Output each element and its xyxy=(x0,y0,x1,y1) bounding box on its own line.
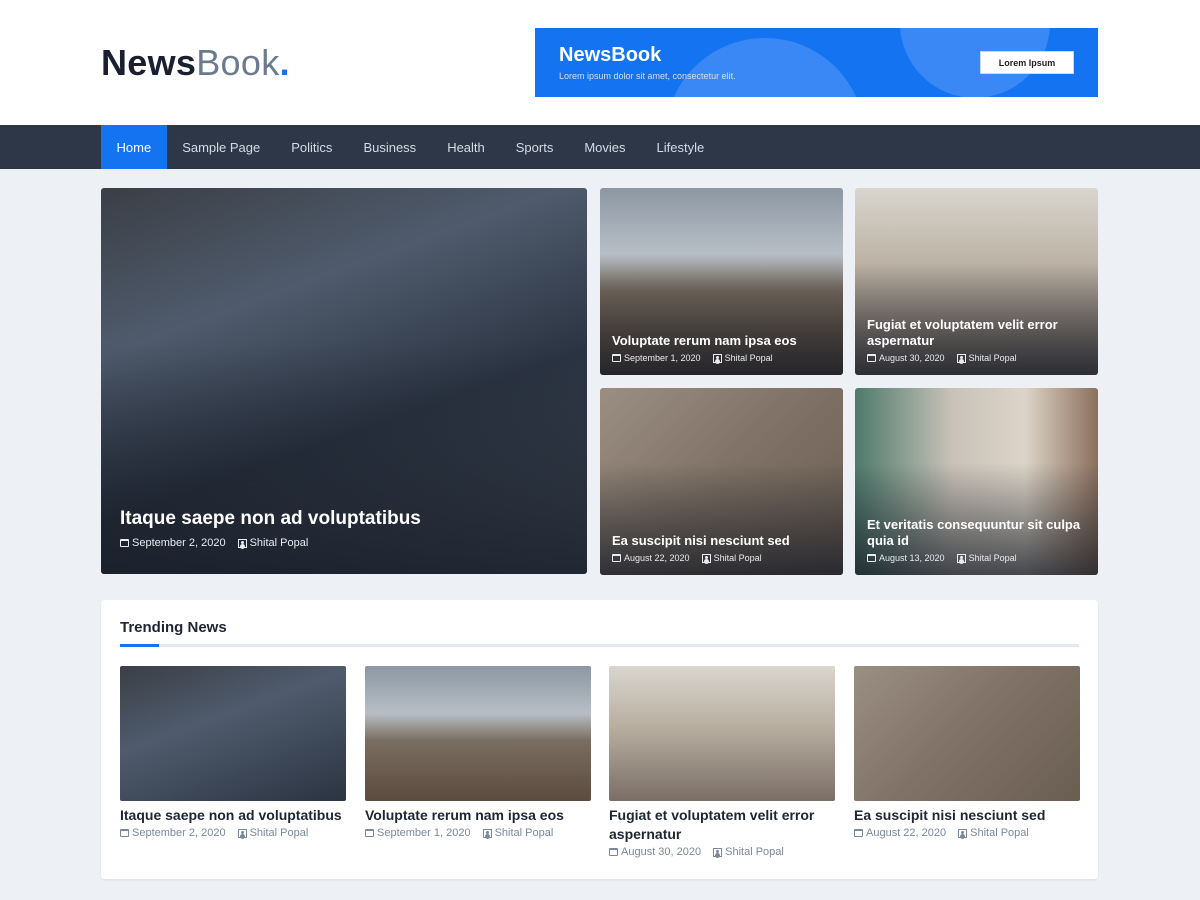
user-icon xyxy=(713,847,723,857)
trending-item[interactable]: Voluptate rerum nam ipsa eos September 1… xyxy=(365,666,591,839)
trending-item[interactable]: Itaque saepe non ad voluptatibus Septemb… xyxy=(120,666,346,839)
calendar-icon xyxy=(120,829,129,837)
ad-banner[interactable]: NewsBook Lorem ipsum dolor sit amet, con… xyxy=(535,28,1098,97)
calendar-icon xyxy=(609,848,618,856)
article-title[interactable]: Itaque saepe non ad voluptatibus xyxy=(120,507,575,531)
nav-item-health[interactable]: Health xyxy=(432,125,501,169)
calendar-icon xyxy=(867,554,876,562)
article-date: September 1, 2020 xyxy=(612,353,701,363)
article-author[interactable]: Shital Popal xyxy=(713,846,784,858)
article-date: August 30, 2020 xyxy=(609,846,701,858)
article-author[interactable]: Shital Popal xyxy=(237,827,308,839)
site-header: NewsBook. NewsBook Lorem ipsum dolor sit… xyxy=(0,0,1200,125)
trending-item[interactable]: Fugiat et voluptatem velit error asperna… xyxy=(609,666,835,858)
article-date: September 1, 2020 xyxy=(365,827,471,839)
calendar-icon xyxy=(854,829,863,837)
article-date: September 2, 2020 xyxy=(120,827,226,839)
calendar-icon xyxy=(612,554,621,562)
user-icon xyxy=(237,538,247,548)
nav-item-lifestyle[interactable]: Lifestyle xyxy=(641,125,720,169)
nav-item-politics[interactable]: Politics xyxy=(276,125,348,169)
article-image[interactable] xyxy=(120,666,346,801)
user-icon xyxy=(956,353,966,363)
calendar-icon xyxy=(867,354,876,362)
article-date: August 30, 2020 xyxy=(867,353,945,363)
article-date: September 2, 2020 xyxy=(120,537,226,549)
featured-card[interactable]: Itaque saepe non ad voluptatibus Septemb… xyxy=(101,188,587,574)
featured-card[interactable]: Voluptate rerum nam ipsa eos September 1… xyxy=(600,188,843,375)
calendar-icon xyxy=(120,539,129,547)
article-title[interactable]: Voluptate rerum nam ipsa eos xyxy=(365,806,591,825)
article-date: August 22, 2020 xyxy=(612,553,690,563)
nav-item-business[interactable]: Business xyxy=(348,125,432,169)
article-author[interactable]: Shital Popal xyxy=(482,827,553,839)
decorative-circle xyxy=(665,38,865,97)
user-icon xyxy=(701,553,711,563)
user-icon xyxy=(482,828,492,838)
article-title[interactable]: Ea suscipit nisi nesciunt sed xyxy=(612,533,831,549)
article-title[interactable]: Fugiat et voluptatem velit error asperna… xyxy=(609,806,835,844)
article-title[interactable]: Itaque saepe non ad voluptatibus xyxy=(120,806,346,825)
calendar-icon xyxy=(612,354,621,362)
user-icon xyxy=(712,353,722,363)
user-icon xyxy=(956,553,966,563)
article-title[interactable]: Voluptate rerum nam ipsa eos xyxy=(612,333,831,349)
trending-item[interactable]: Ea suscipit nisi nesciunt sed August 22,… xyxy=(854,666,1080,839)
calendar-icon xyxy=(365,829,374,837)
user-icon xyxy=(958,828,968,838)
main-nav: Home Sample Page Politics Business Healt… xyxy=(0,125,1200,169)
article-date: August 22, 2020 xyxy=(854,827,946,839)
featured-card[interactable]: Fugiat et voluptatem velit error asperna… xyxy=(855,188,1098,375)
article-date: August 13, 2020 xyxy=(867,553,945,563)
ad-button[interactable]: Lorem Ipsum xyxy=(980,51,1074,74)
site-logo[interactable]: NewsBook. xyxy=(101,42,290,84)
trending-news-section: Trending News Itaque saepe non ad volupt… xyxy=(101,600,1098,879)
article-image[interactable] xyxy=(854,666,1080,801)
user-icon xyxy=(237,828,247,838)
article-title[interactable]: Et veritatis consequuntur sit culpa quia… xyxy=(867,517,1086,549)
nav-item-movies[interactable]: Movies xyxy=(569,125,641,169)
article-image[interactable] xyxy=(365,666,591,801)
featured-card[interactable]: Ea suscipit nisi nesciunt sed August 22,… xyxy=(600,388,843,575)
article-author[interactable]: Shital Popal xyxy=(958,827,1029,839)
ad-subtitle: Lorem ipsum dolor sit amet, consectetur … xyxy=(559,71,736,81)
ad-title: NewsBook xyxy=(559,44,662,66)
nav-item-sports[interactable]: Sports xyxy=(500,125,569,169)
article-author[interactable]: Shital Popal xyxy=(701,553,762,563)
article-title[interactable]: Ea suscipit nisi nesciunt sed xyxy=(854,806,1080,825)
article-image[interactable] xyxy=(609,666,835,801)
article-author[interactable]: Shital Popal xyxy=(712,353,773,363)
article-author[interactable]: Shital Popal xyxy=(956,353,1017,363)
section-divider xyxy=(120,644,1079,647)
nav-item-sample-page[interactable]: Sample Page xyxy=(167,125,276,169)
featured-card[interactable]: Et veritatis consequuntur sit culpa quia… xyxy=(855,388,1098,575)
article-author[interactable]: Shital Popal xyxy=(956,553,1017,563)
section-title: Trending News xyxy=(120,619,227,636)
article-title[interactable]: Fugiat et voluptatem velit error asperna… xyxy=(867,317,1086,349)
article-author[interactable]: Shital Popal xyxy=(237,537,308,549)
nav-item-home[interactable]: Home xyxy=(101,125,167,169)
